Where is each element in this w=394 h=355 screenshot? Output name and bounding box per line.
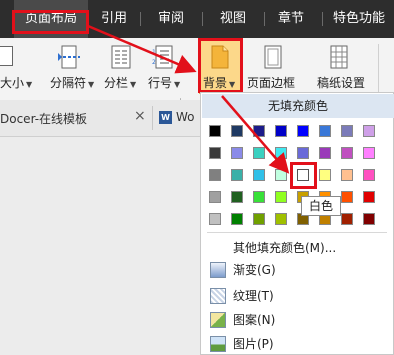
arrow-to-white-swatch <box>221 95 290 174</box>
highlight-white-swatch <box>290 162 317 189</box>
arrow-to-background <box>87 24 197 74</box>
annotation-arrows <box>87 24 290 174</box>
color-tooltip: 白色 <box>301 196 341 216</box>
